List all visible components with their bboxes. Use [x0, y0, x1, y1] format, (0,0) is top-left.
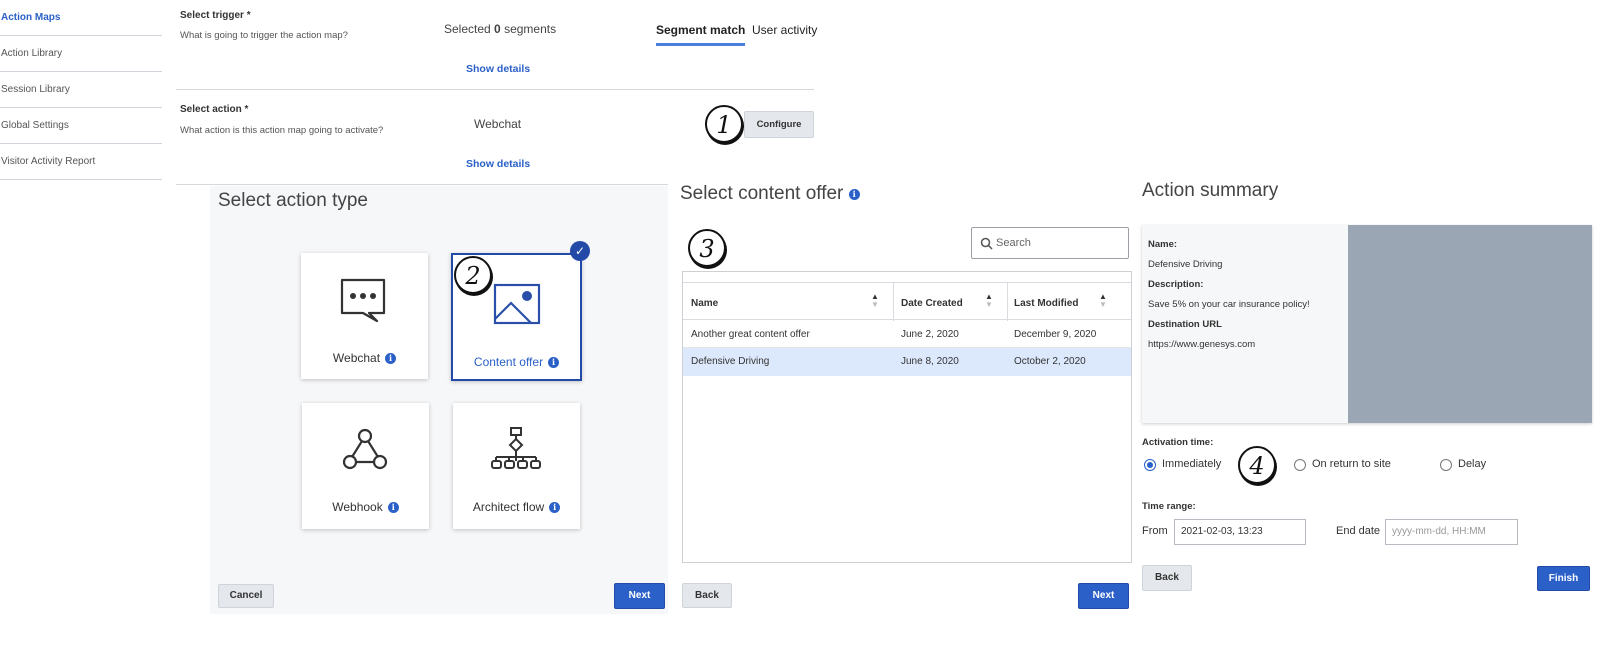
- sort-icon[interactable]: ▲ ▼: [985, 293, 993, 309]
- step-callout-1: 1: [705, 105, 743, 143]
- action-show-details-link[interactable]: Show details: [466, 158, 530, 170]
- search-icon: [980, 237, 993, 250]
- card-label-row: Architect flow i: [453, 498, 580, 516]
- action-card-architect-flow[interactable]: Architect flow i: [453, 403, 580, 529]
- radio-label: Immediately: [1162, 458, 1222, 470]
- card-label: Architect flow: [472, 500, 545, 514]
- action-map-config: Select trigger * What is going to trigge…: [176, 0, 818, 186]
- tab-user-activity[interactable]: User activity: [752, 23, 817, 43]
- webhook-icon: [342, 428, 388, 470]
- cancel-button[interactable]: Cancel: [218, 584, 274, 608]
- card-label: Webchat: [332, 351, 381, 365]
- description-value: Save 5% on your car insurance policy!: [1148, 299, 1310, 310]
- from-label: From: [1142, 525, 1168, 537]
- name-value: Defensive Driving: [1148, 259, 1223, 270]
- column-header-date-created[interactable]: Date Created: [901, 298, 963, 309]
- info-icon[interactable]: i: [549, 501, 561, 513]
- panel-title: Select content offer i: [680, 183, 860, 205]
- tab-segment-match[interactable]: Segment match: [656, 23, 746, 46]
- card-label-row: Webchat i: [301, 349, 428, 367]
- card-label: Content offer: [473, 355, 544, 369]
- info-icon[interactable]: i: [385, 352, 397, 364]
- sort-icon[interactable]: ▲ ▼: [871, 293, 879, 309]
- sidebar-item-session-library[interactable]: Session Library: [0, 72, 162, 108]
- next-button[interactable]: Next: [614, 583, 665, 609]
- select-action-type-panel: Select action type Webchat i Content offe…: [210, 186, 668, 614]
- action-summary-panel: Action summary Name: Defensive Driving D…: [1140, 180, 1594, 610]
- configure-button[interactable]: Configure: [744, 111, 814, 138]
- image-icon: [493, 283, 541, 325]
- activation-time-label: Activation time:: [1142, 437, 1214, 448]
- cell-date-created: June 2, 2020: [901, 329, 959, 340]
- step-callout-3: 3: [688, 229, 726, 267]
- cell-name: Defensive Driving: [691, 356, 770, 367]
- radio-label: Delay: [1458, 458, 1487, 470]
- back-button[interactable]: Back: [682, 583, 732, 608]
- action-card-webchat[interactable]: Webchat i: [301, 253, 428, 379]
- column-divider: [1007, 283, 1008, 321]
- table-row-selected[interactable]: Defensive Driving June 8, 2020 October 2…: [683, 348, 1131, 376]
- info-icon[interactable]: i: [848, 189, 860, 200]
- panel-title: Action summary: [1142, 180, 1279, 201]
- sidebar-item-action-library[interactable]: Action Library: [0, 36, 162, 72]
- sidebar-nav: Action Maps Action Library Session Libra…: [0, 0, 162, 180]
- trigger-subtitle: What is going to trigger the action map?: [180, 30, 348, 41]
- trigger-show-details-link[interactable]: Show details: [466, 63, 530, 75]
- radio-label: On return to site: [1312, 458, 1391, 470]
- destination-url-label: Destination URL: [1148, 319, 1222, 330]
- flow-icon: [491, 427, 541, 469]
- radio-button[interactable]: [1294, 459, 1306, 471]
- column-divider: [893, 283, 894, 321]
- table-header: Name ▲ ▼ Date Created ▲ ▼ Last Modified ▲ ▼: [683, 282, 1131, 321]
- trigger-title: Select trigger *: [180, 10, 251, 21]
- cell-last-modified: December 9, 2020: [1014, 329, 1097, 340]
- sort-icon[interactable]: ▲ ▼: [1099, 293, 1107, 309]
- name-label: Name:: [1148, 239, 1178, 250]
- end-date-input[interactable]: yyyy-mm-dd, HH:MM: [1385, 519, 1518, 545]
- offer-preview-image: [1348, 225, 1592, 423]
- description-label: Description:: [1148, 279, 1204, 290]
- column-header-last-modified[interactable]: Last Modified: [1014, 298, 1078, 309]
- sidebar-item-action-maps[interactable]: Action Maps: [0, 0, 162, 36]
- cell-name: Another great content offer: [691, 329, 810, 340]
- selected-check-icon: ✓: [570, 241, 590, 261]
- from-date-input[interactable]: 2021-02-03, 13:23: [1174, 519, 1306, 545]
- content-offer-table: Name ▲ ▼ Date Created ▲ ▼ Last Modified ▲ ▼…: [682, 271, 1132, 563]
- card-label-row: Webhook i: [302, 498, 429, 516]
- select-content-offer-panel: Select content offer i Search Name ▲ ▼ Da…: [668, 183, 1132, 613]
- table-row[interactable]: Another great content offer June 2, 2020…: [683, 321, 1131, 348]
- cell-date-created: June 8, 2020: [901, 356, 959, 367]
- info-icon[interactable]: i: [387, 501, 399, 513]
- back-button[interactable]: Back: [1142, 565, 1192, 591]
- search-placeholder: Search: [996, 237, 1031, 249]
- next-button[interactable]: Next: [1078, 583, 1129, 609]
- action-value: Webchat: [474, 117, 522, 131]
- cell-last-modified: October 2, 2020: [1014, 356, 1086, 367]
- divider: [176, 89, 814, 90]
- action-title: Select action *: [180, 104, 249, 115]
- end-date-label: End date: [1336, 525, 1381, 537]
- sidebar-item-global-settings[interactable]: Global Settings: [0, 108, 162, 144]
- card-label: Webhook: [332, 500, 383, 514]
- radio-button[interactable]: [1440, 459, 1452, 471]
- time-range-label: Time range:: [1142, 501, 1196, 512]
- action-card-webhook[interactable]: Webhook i: [302, 403, 429, 529]
- destination-url-value: https://www.genesys.com: [1148, 339, 1256, 350]
- column-header-name[interactable]: Name: [691, 298, 718, 309]
- info-icon[interactable]: i: [548, 356, 560, 368]
- card-label-row: Content offer i: [453, 353, 580, 371]
- search-input[interactable]: Search: [971, 227, 1129, 259]
- panel-title: Select action type: [218, 190, 368, 211]
- sidebar-item-visitor-activity-report[interactable]: Visitor Activity Report: [0, 144, 162, 180]
- step-callout-2: 2: [454, 256, 492, 294]
- finish-button[interactable]: Finish: [1537, 566, 1590, 591]
- chat-bubble-icon: [340, 278, 386, 323]
- step-callout-4: 4: [1238, 446, 1276, 484]
- offer-summary-card: Name: Defensive Driving Description: Sav…: [1142, 225, 1592, 423]
- selected-segments-text: Selected 0 segments: [444, 22, 557, 36]
- action-subtitle: What action is this action map going to …: [180, 125, 384, 136]
- radio-button[interactable]: [1144, 459, 1156, 471]
